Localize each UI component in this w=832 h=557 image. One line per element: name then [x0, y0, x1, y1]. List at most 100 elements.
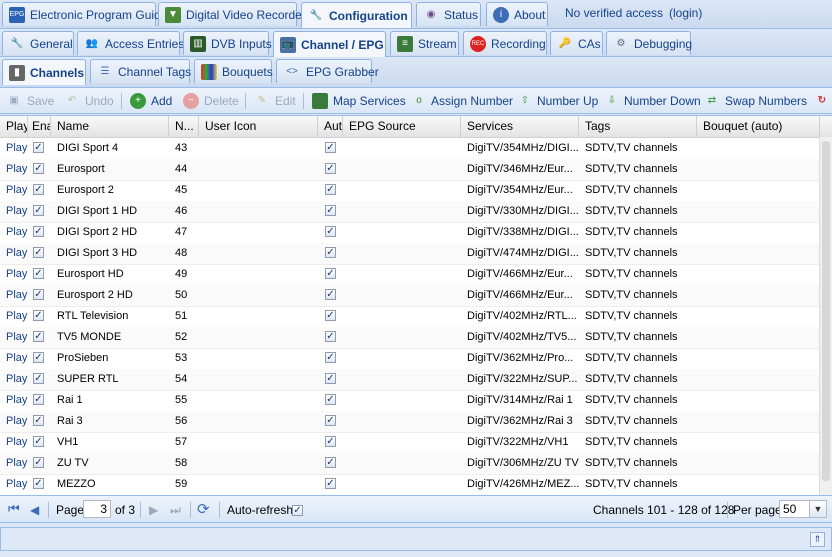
- tab-channel-epg[interactable]: 📺 Channel / EPG: [273, 31, 386, 57]
- enabled-checkbox[interactable]: ✓: [33, 184, 44, 195]
- enabled-checkbox[interactable]: ✓: [33, 436, 44, 447]
- play-link[interactable]: Play: [0, 222, 28, 243]
- enabled-checkbox[interactable]: ✓: [33, 310, 44, 321]
- col-header-bouquet[interactable]: Bouquet (auto): [697, 116, 820, 137]
- edit-button[interactable]: ✎ Edit: [254, 92, 296, 110]
- play-link[interactable]: Play: [0, 369, 28, 390]
- col-header-tags[interactable]: Tags: [579, 116, 697, 137]
- assign-number-button[interactable]: o Assign Number: [412, 92, 513, 110]
- auto-checkbox[interactable]: ✓: [325, 142, 336, 153]
- enabled-checkbox[interactable]: ✓: [33, 163, 44, 174]
- tab-cas[interactable]: 🔑 CAs: [550, 31, 603, 55]
- enabled-checkbox[interactable]: ✓: [33, 247, 44, 258]
- tab-channels[interactable]: ▮ Channels: [2, 59, 86, 85]
- prev-page-icon[interactable]: ◀: [30, 503, 39, 517]
- auto-checkbox[interactable]: ✓: [325, 373, 336, 384]
- map-services-button[interactable]: Map Services: [312, 92, 406, 110]
- enabled-checkbox[interactable]: ✓: [33, 415, 44, 426]
- auto-checkbox[interactable]: ✓: [325, 268, 336, 279]
- play-link[interactable]: Play: [0, 390, 28, 411]
- play-link[interactable]: Play: [0, 138, 28, 159]
- table-row[interactable]: Play ✓ Eurosport HD 49 ✓ DigiTV/466MHz/Eur...…: [0, 264, 820, 286]
- table-row[interactable]: Play ✓ DIGI Sport 1 HD 46 ✓ DigiTV/330MHz/DIG…: [0, 201, 820, 223]
- refresh-icon[interactable]: ⟳: [197, 500, 210, 518]
- enabled-checkbox[interactable]: ✓: [33, 394, 44, 405]
- tab-general[interactable]: 🔧 General: [2, 31, 74, 55]
- save-button[interactable]: ▣ Save: [6, 92, 54, 110]
- tab-recording[interactable]: REC Recording: [463, 31, 547, 55]
- tab-dvb-inputs[interactable]: ▥ DVB Inputs: [183, 31, 272, 55]
- next-page-icon[interactable]: ▶: [149, 503, 158, 517]
- auto-refresh-checkbox[interactable]: ✓: [292, 505, 303, 516]
- play-link[interactable]: Play: [0, 264, 28, 285]
- auto-checkbox[interactable]: ✓: [325, 352, 336, 363]
- table-row[interactable]: Play ✓ DIGI Sport 2 HD 47 ✓ DigiTV/338MHz/DIG…: [0, 222, 820, 244]
- play-link[interactable]: Play: [0, 243, 28, 264]
- last-page-icon[interactable]: ⏭: [170, 503, 181, 518]
- enabled-checkbox[interactable]: ✓: [33, 478, 44, 489]
- col-header-services[interactable]: Services: [461, 116, 579, 137]
- delete-button[interactable]: − Delete: [183, 92, 239, 110]
- auto-checkbox[interactable]: ✓: [325, 394, 336, 405]
- table-row[interactable]: Play ✓ DIGI Sport 4 43 ✓ DigiTV/354MHz/DIGI..…: [0, 138, 820, 160]
- tab-dvr[interactable]: ▼ Digital Video Recorder: [158, 2, 306, 26]
- first-page-icon[interactable]: ⏮: [8, 501, 20, 517]
- enabled-checkbox[interactable]: ✓: [33, 226, 44, 237]
- table-row[interactable]: Play ✓ Eurosport 2 45 ✓ DigiTV/354MHz/Eur... S…: [0, 180, 820, 202]
- page-number-input[interactable]: 3: [83, 500, 111, 518]
- auto-checkbox[interactable]: ✓: [325, 163, 336, 174]
- play-link[interactable]: Play: [0, 348, 28, 369]
- play-link[interactable]: Play: [0, 180, 28, 201]
- col-header-number[interactable]: N...: [169, 116, 199, 137]
- enabled-checkbox[interactable]: ✓: [33, 142, 44, 153]
- enabled-checkbox[interactable]: ✓: [33, 331, 44, 342]
- auto-checkbox[interactable]: ✓: [325, 457, 336, 468]
- refresh-button[interactable]: ↻: [814, 92, 832, 110]
- scrollbar-thumb[interactable]: [822, 141, 830, 481]
- col-header-enabled[interactable]: Ena: [28, 116, 51, 137]
- table-row[interactable]: Play ✓ RTL Television 51 ✓ DigiTV/402MHz/RTL.…: [0, 306, 820, 328]
- auto-checkbox[interactable]: ✓: [325, 247, 336, 258]
- number-up-button[interactable]: ⇧ Number Up: [518, 92, 599, 110]
- play-link[interactable]: Play: [0, 159, 28, 180]
- enabled-checkbox[interactable]: ✓: [33, 457, 44, 468]
- table-row[interactable]: Play ✓ Eurosport 44 ✓ DigiTV/346MHz/Eur... SDT…: [0, 159, 820, 181]
- table-row[interactable]: Play ✓ ProSieben 53 ✓ DigiTV/362MHz/Pro... SDT…: [0, 348, 820, 370]
- chevron-down-icon[interactable]: ▼: [809, 501, 826, 517]
- expand-panel-icon[interactable]: ⇑: [810, 532, 825, 547]
- enabled-checkbox[interactable]: ✓: [33, 268, 44, 279]
- col-header-user-icon[interactable]: User Icon: [199, 116, 318, 137]
- auto-checkbox[interactable]: ✓: [325, 310, 336, 321]
- tab-access-entries[interactable]: 👥 Access Entries: [77, 31, 184, 55]
- grid-scrollbar[interactable]: [819, 137, 832, 496]
- tab-epg[interactable]: EPG Electronic Program Guide: [2, 2, 167, 26]
- table-row[interactable]: Play ✓ VH1 57 ✓ DigiTV/322MHz/VH1 SDTV,TV chan…: [0, 432, 820, 454]
- auto-checkbox[interactable]: ✓: [325, 205, 336, 216]
- table-row[interactable]: Play ✓ MEZZO 59 ✓ DigiTV/426MHz/MEZ... SDTV,TV…: [0, 474, 820, 496]
- play-link[interactable]: Play: [0, 453, 28, 474]
- enabled-checkbox[interactable]: ✓: [33, 373, 44, 384]
- tab-bouquets[interactable]: Bouquets: [194, 59, 273, 83]
- login-link[interactable]: (login): [669, 6, 702, 20]
- table-row[interactable]: Play ✓ SUPER RTL 54 ✓ DigiTV/322MHz/SUP... SDT…: [0, 369, 820, 391]
- table-row[interactable]: Play ✓ Eurosport 2 HD 50 ✓ DigiTV/466MHz/Eur.…: [0, 285, 820, 307]
- tab-epg-grabber[interactable]: <> EPG Grabber: [276, 59, 379, 83]
- enabled-checkbox[interactable]: ✓: [33, 352, 44, 363]
- table-row[interactable]: Play ✓ TV5 MONDE 52 ✓ DigiTV/402MHz/TV5... SDT…: [0, 327, 820, 349]
- col-header-play[interactable]: Play: [0, 116, 28, 137]
- auto-checkbox[interactable]: ✓: [325, 415, 336, 426]
- table-row[interactable]: Play ✓ Rai 3 56 ✓ DigiTV/362MHz/Rai 3 SDTV,TV …: [0, 411, 820, 433]
- swap-numbers-button[interactable]: ⇄ Swap Numbers: [704, 92, 807, 110]
- tab-debugging[interactable]: ⚙ Debugging: [606, 31, 692, 55]
- col-header-epg-source[interactable]: EPG Source: [343, 116, 461, 137]
- play-link[interactable]: Play: [0, 432, 28, 453]
- table-row[interactable]: Play ✓ DIGI Sport 3 HD 48 ✓ DigiTV/474MHz/DIG…: [0, 243, 820, 265]
- tab-stream[interactable]: ≡ Stream: [390, 31, 459, 55]
- col-header-auto[interactable]: Aut: [318, 116, 343, 137]
- undo-button[interactable]: ↶ Undo: [64, 92, 114, 110]
- play-link[interactable]: Play: [0, 285, 28, 306]
- play-link[interactable]: Play: [0, 411, 28, 432]
- tab-status[interactable]: ◉ Status: [416, 2, 481, 26]
- tab-configuration[interactable]: 🔧 Configuration: [301, 2, 412, 28]
- enabled-checkbox[interactable]: ✓: [33, 205, 44, 216]
